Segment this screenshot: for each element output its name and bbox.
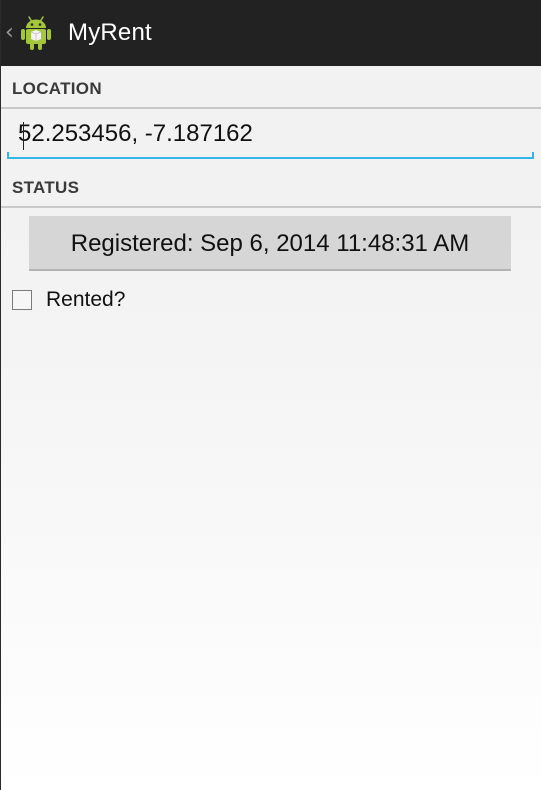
app-title: MyRent	[68, 19, 152, 46]
rented-checkbox[interactable]	[12, 290, 32, 310]
android-robot-icon	[21, 16, 51, 50]
rental-detail-screen: ‹ MyRent LOCATION 52.253456, -7.187162 S…	[0, 0, 541, 790]
underline-right-tick	[532, 152, 534, 159]
location-input-underline	[7, 157, 534, 159]
location-field-wrapper	[7, 112, 534, 159]
rented-checkbox-row[interactable]: Rented?	[12, 287, 125, 313]
location-section-header: LOCATION	[1, 66, 541, 109]
registered-date-button[interactable]: Registered: Sep 6, 2014 11:48:31 AM	[29, 216, 511, 271]
chevron-left-icon: ‹	[5, 20, 14, 45]
underline-left-tick	[7, 152, 9, 159]
status-section-header: STATUS	[1, 166, 541, 208]
location-input[interactable]	[7, 112, 534, 156]
text-cursor	[23, 122, 24, 150]
action-bar: ‹ MyRent	[1, 0, 541, 66]
rented-checkbox-label[interactable]: Rented?	[46, 288, 125, 312]
up-navigation-button[interactable]: ‹	[1, 0, 59, 66]
